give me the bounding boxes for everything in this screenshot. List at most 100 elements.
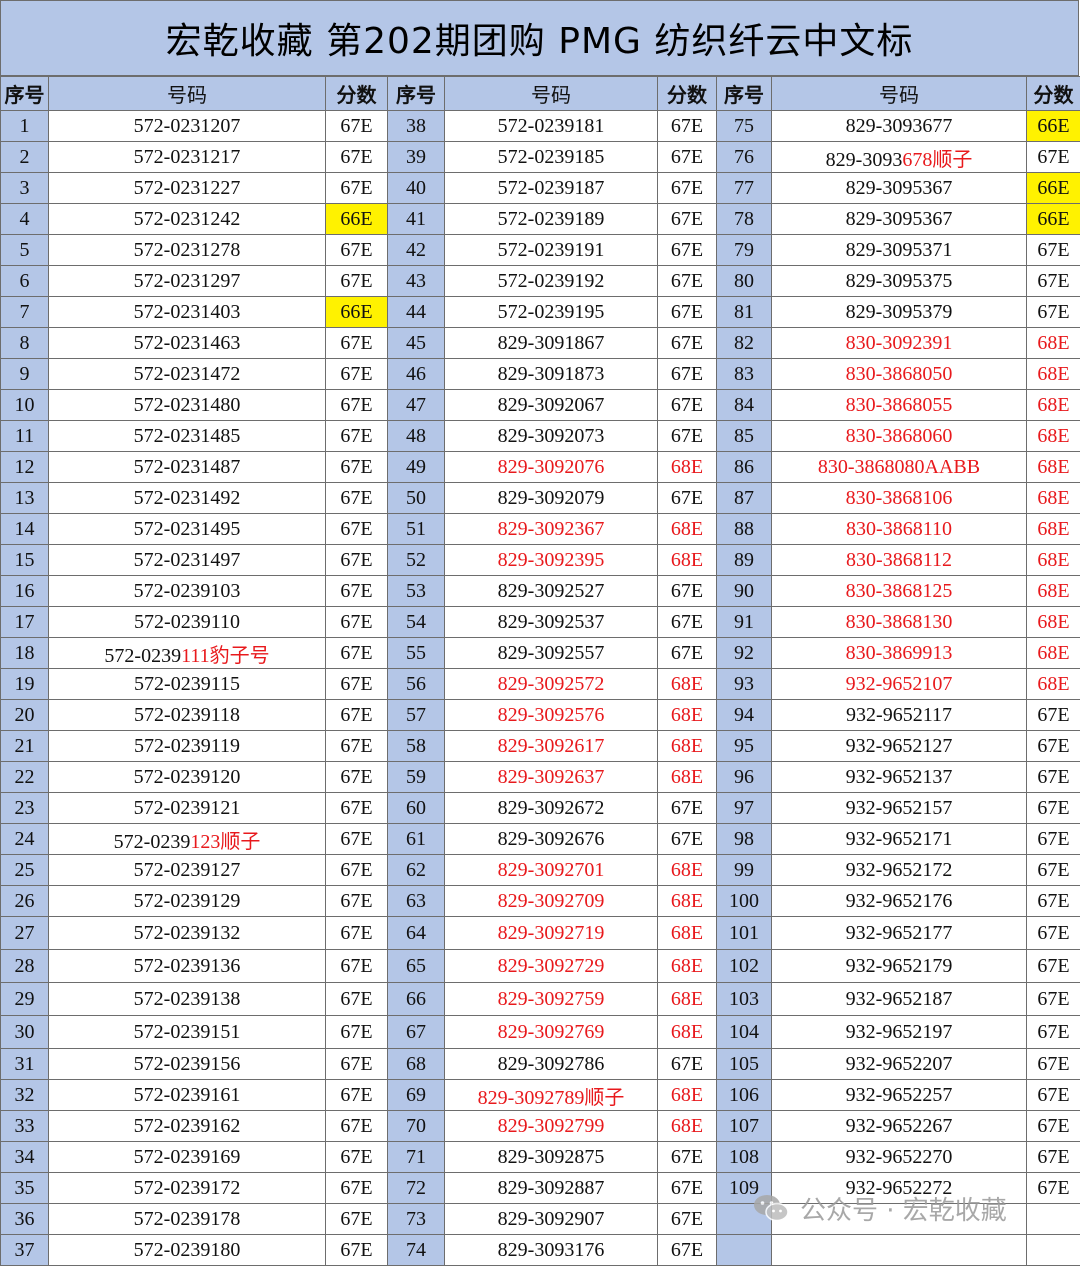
- code-cell: 829-3095367: [772, 204, 1027, 235]
- code-cell: 829-3092789顺子: [445, 1080, 658, 1111]
- seq-cell: 85: [717, 421, 772, 452]
- score-cell: 67E: [658, 421, 717, 452]
- code-cell: 829-3092067: [445, 390, 658, 421]
- score-cell: 66E: [1027, 173, 1080, 204]
- header-seq: 序号: [388, 77, 445, 111]
- seq-cell: 73: [388, 1204, 445, 1235]
- code-cell: 572-0239119: [49, 731, 326, 762]
- seq-cell: 66: [388, 983, 445, 1016]
- seq-cell: 59: [388, 762, 445, 793]
- seq-cell: 12: [1, 452, 49, 483]
- score-cell: 67E: [658, 359, 717, 390]
- seq-cell: 88: [717, 514, 772, 545]
- code-cell: 572-0239185: [445, 142, 658, 173]
- code-cell: 572-0239162: [49, 1111, 326, 1142]
- table-row: 6572-023129767E43572-023919267E80829-309…: [1, 266, 1080, 297]
- score-cell: 67E: [326, 731, 388, 762]
- table-row: 17572-023911067E54829-309253767E91830-38…: [1, 607, 1080, 638]
- code-cell: 572-0231207: [49, 111, 326, 142]
- code-cell: 829-3092875: [445, 1142, 658, 1173]
- code-cell: 572-0239192: [445, 266, 658, 297]
- code-cell: 572-0239191: [445, 235, 658, 266]
- code-cell: 572-0239138: [49, 983, 326, 1016]
- code-cell: 829-3093678顺子: [772, 142, 1027, 173]
- seq-cell: 18: [1, 638, 49, 669]
- seq-cell: 29: [1, 983, 49, 1016]
- score-cell: 67E: [326, 483, 388, 514]
- table-row: 11572-023148567E48829-309207367E85830-38…: [1, 421, 1080, 452]
- seq-cell: 47: [388, 390, 445, 421]
- table-row: 19572-023911567E56829-309257268E93932-96…: [1, 669, 1080, 700]
- score-cell: 67E: [326, 1111, 388, 1142]
- code-cell: 572-0239118: [49, 700, 326, 731]
- seq-cell: 97: [717, 793, 772, 824]
- seq-cell: 94: [717, 700, 772, 731]
- score-cell: 67E: [326, 142, 388, 173]
- seq-cell: 8: [1, 328, 49, 359]
- score-cell: 67E: [1027, 917, 1080, 950]
- code-cell: 572-0239195: [445, 297, 658, 328]
- seq-cell: 80: [717, 266, 772, 297]
- seq-cell: 23: [1, 793, 49, 824]
- code-cell: 932-9652157: [772, 793, 1027, 824]
- seq-cell: [717, 1235, 772, 1266]
- code-cell: 829-3092572: [445, 669, 658, 700]
- score-cell: 68E: [658, 452, 717, 483]
- code-cell: 830-3868106: [772, 483, 1027, 514]
- code-cell: 932-9652127: [772, 731, 1027, 762]
- code-cell: 572-0239172: [49, 1173, 326, 1204]
- code-cell: 572-0231487: [49, 452, 326, 483]
- table-row: 4572-023124266E41572-023918967E78829-309…: [1, 204, 1080, 235]
- score-cell: 67E: [1027, 297, 1080, 328]
- table-row: 25572-023912767E62829-309270168E99932-96…: [1, 855, 1080, 886]
- code-cell: 829-3092701: [445, 855, 658, 886]
- seq-cell: 17: [1, 607, 49, 638]
- seq-cell: 43: [388, 266, 445, 297]
- seq-cell: 104: [717, 1016, 772, 1049]
- code-cell: 829-3095371: [772, 235, 1027, 266]
- code-cell: 829-3092786: [445, 1049, 658, 1080]
- header-code: 号码: [772, 77, 1027, 111]
- seq-cell: 28: [1, 950, 49, 983]
- code-cell: 572-0239156: [49, 1049, 326, 1080]
- code-cell: 829-3092709: [445, 886, 658, 917]
- seq-cell: 99: [717, 855, 772, 886]
- header-seq: 序号: [1, 77, 49, 111]
- code-cell: 830-3868125: [772, 576, 1027, 607]
- code-cell: 572-0239151: [49, 1016, 326, 1049]
- score-cell: 67E: [658, 793, 717, 824]
- score-cell: 68E: [1027, 607, 1080, 638]
- seq-cell: 91: [717, 607, 772, 638]
- code-cell: 572-0231463: [49, 328, 326, 359]
- score-cell: 67E: [326, 669, 388, 700]
- code-cell: 829-3092719: [445, 917, 658, 950]
- seq-cell: 61: [388, 824, 445, 855]
- code-cell: 830-3868110: [772, 514, 1027, 545]
- code-cell: 572-0231242: [49, 204, 326, 235]
- score-cell: 67E: [658, 204, 717, 235]
- score-cell: 68E: [658, 1111, 717, 1142]
- code-cell: 572-0239121: [49, 793, 326, 824]
- table-row: 32572-023916167E69829-3092789顺子68E106932…: [1, 1080, 1080, 1111]
- code-cell: 830-3868060: [772, 421, 1027, 452]
- score-cell: 67E: [1027, 950, 1080, 983]
- code-cell: 829-3092395: [445, 545, 658, 576]
- score-cell: 67E: [658, 483, 717, 514]
- code-cell: 572-0239127: [49, 855, 326, 886]
- code-cell: 829-3092527: [445, 576, 658, 607]
- score-cell: 67E: [326, 1142, 388, 1173]
- table-row: 8572-023146367E45829-309186767E82830-309…: [1, 328, 1080, 359]
- seq-cell: 90: [717, 576, 772, 607]
- score-cell: 67E: [1027, 235, 1080, 266]
- seq-cell: 1: [1, 111, 49, 142]
- seq-cell: 70: [388, 1111, 445, 1142]
- score-cell: 67E: [1027, 824, 1080, 855]
- seq-cell: 2: [1, 142, 49, 173]
- seq-cell: 84: [717, 390, 772, 421]
- score-cell: 67E: [1027, 762, 1080, 793]
- table-row: 13572-023149267E50829-309207967E87830-38…: [1, 483, 1080, 514]
- score-cell: 68E: [1027, 514, 1080, 545]
- score-cell: [1027, 1235, 1080, 1266]
- score-cell: 67E: [658, 142, 717, 173]
- code-cell: 932-9652267: [772, 1111, 1027, 1142]
